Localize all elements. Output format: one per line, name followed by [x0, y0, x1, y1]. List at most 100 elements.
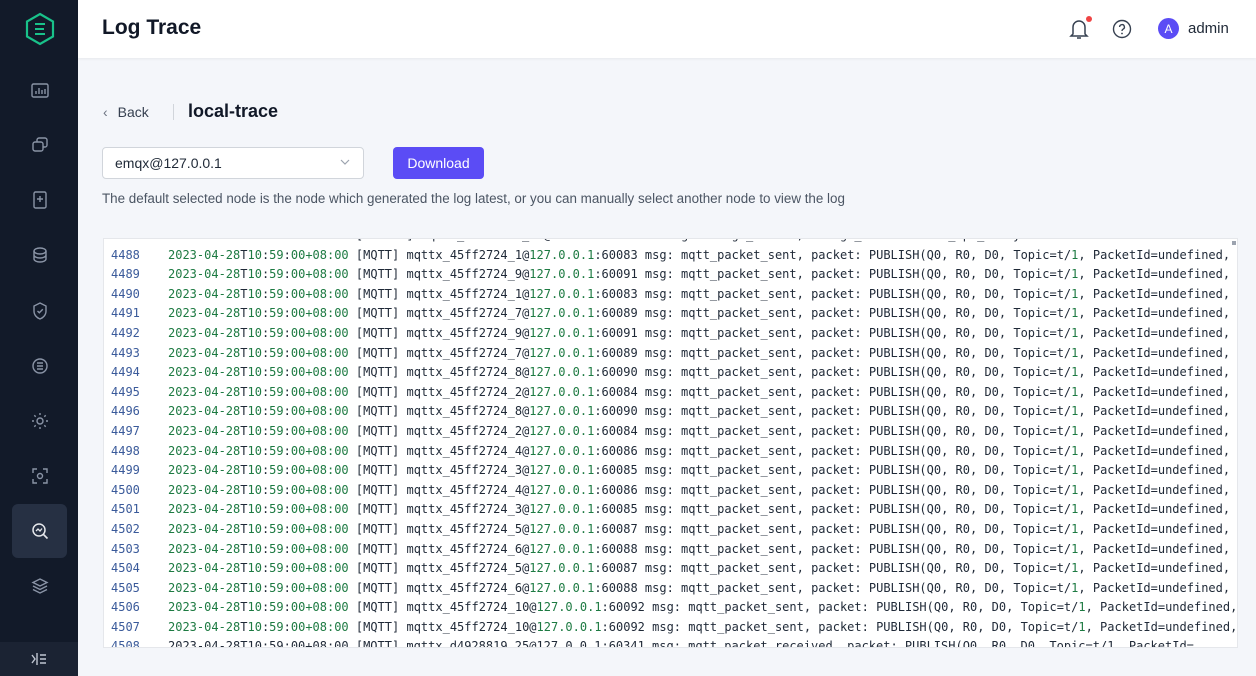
- line-number: 4500: [111, 482, 140, 497]
- log-segment: 2023-04-28: [168, 619, 241, 634]
- log-segment: 00: [290, 502, 306, 517]
- log-segment: 10: [247, 580, 262, 595]
- scrollbar[interactable]: [1232, 241, 1236, 245]
- line-number: 4488: [111, 247, 140, 262]
- log-segment: 10: [247, 443, 262, 458]
- nav-topics[interactable]: [12, 173, 67, 227]
- log-segment: :60087 msg: mqtt_packet_sent, packet: PU…: [594, 521, 1072, 536]
- log-segment: +08:00: [305, 521, 349, 536]
- nav-dashboard[interactable]: [12, 64, 67, 118]
- line-number: 4503: [111, 541, 140, 556]
- log-segment: +08:00: [305, 365, 349, 380]
- log-segment: 59: [269, 365, 284, 380]
- log-segment: [MQTT] mqttx_45ff2724_1@: [348, 247, 530, 262]
- download-button[interactable]: Download: [393, 147, 484, 179]
- log-segment: [MQTT] mqttx_45ff2724_9@: [348, 325, 530, 340]
- log-segment: :: [283, 365, 291, 380]
- log-segment: 2023-04-28: [168, 521, 241, 536]
- log-segment: :: [283, 443, 291, 458]
- log-row: 4503 2023-04-28T10:59:00+08:00 [MQTT] mqt…: [104, 540, 1237, 560]
- log-segment: 127.0.0.1: [529, 502, 595, 517]
- log-row: 4501 2023-04-28T10:59:00+08:00 [MQTT] mqt…: [104, 500, 1237, 520]
- log-segment: :: [283, 600, 291, 615]
- log-segment: :60091 msg: mqtt_packet_sent, packet: PU…: [594, 267, 1072, 282]
- log-trace-icon: [31, 523, 48, 540]
- log-segment: [MQTT] mqttx_45ff2724_5@: [348, 521, 530, 536]
- log-segment: :60085 msg: mqtt_packet_sent, packet: PU…: [594, 463, 1072, 478]
- avatar[interactable]: A: [1158, 18, 1179, 39]
- log-segment: 59: [269, 580, 284, 595]
- nav-log-trace[interactable]: [12, 504, 67, 558]
- back-button[interactable]: ‹ Back: [103, 104, 149, 120]
- access-control-icon: [32, 302, 47, 320]
- log-segment: 10: [247, 600, 262, 615]
- log-segment: 10: [247, 482, 262, 497]
- nav-extensions[interactable]: [12, 559, 67, 613]
- log-segment: 127.0.0.1: [529, 345, 595, 360]
- log-segment: +08:00: [305, 600, 349, 615]
- log-segment: , PacketId=undefined, Payload=...): [1078, 502, 1231, 517]
- log-segment: 00: [290, 561, 306, 576]
- help-icon[interactable]: [1112, 19, 1132, 39]
- log-segment: 10: [247, 325, 262, 340]
- log-segment: 59: [269, 521, 284, 536]
- emqx-logo-icon[interactable]: [24, 12, 56, 46]
- log-segment: 127.0.0.1: [529, 561, 595, 576]
- log-segment: [MQTT] mqttx_45ff2724_3@: [348, 502, 530, 517]
- log-segment: 00: [290, 443, 306, 458]
- log-segment: +08:00: [305, 580, 349, 595]
- log-text: 2023-04-28T10:59:00+08:00 [BRIDGE] mqttx…: [168, 239, 1086, 242]
- log-segment: 127.0.0.1: [529, 521, 595, 536]
- log-segment: 00: [290, 345, 306, 360]
- settings-icon: [31, 413, 48, 429]
- node-select[interactable]: emqx@127.0.0.1: [102, 147, 364, 179]
- log-segment: :: [283, 345, 291, 360]
- log-segment: +08:00: [305, 325, 349, 340]
- log-segment: , PacketId=undefined, Payload=...): [1078, 443, 1231, 458]
- log-segment: 10: [247, 306, 262, 321]
- log-segment: 59: [269, 541, 284, 556]
- nav-management[interactable]: [12, 339, 67, 393]
- log-row: 4507 2023-04-28T10:59:00+08:00 [MQTT] mqt…: [104, 618, 1237, 638]
- page-title: Log Trace: [102, 16, 202, 39]
- log-segment: :: [283, 286, 291, 301]
- line-number: 4495: [111, 384, 140, 399]
- line-number: 4487: [104, 239, 168, 246]
- topics-icon: [32, 191, 47, 209]
- log-segment: 2023-04-28: [168, 580, 241, 595]
- log-segment: :60088 msg: mqtt_packet_sent, packet: PU…: [594, 541, 1072, 556]
- log-segment: 2023-04-28: [168, 345, 241, 360]
- log-segment: 00: [290, 247, 306, 262]
- log-segment: 127.0.0.1: [536, 619, 602, 634]
- log-row: 44872023-04-28T10:59:00+08:00 [BRIDGE] m…: [104, 239, 1237, 246]
- nav-settings[interactable]: [12, 394, 67, 448]
- nav-integration[interactable]: [12, 228, 67, 282]
- log-segment: , PacketId=undefined, Payload=...): [1078, 561, 1231, 576]
- username[interactable]: admin: [1188, 20, 1229, 37]
- log-segment: 127.0.0.1: [536, 600, 602, 615]
- nav-clients[interactable]: [12, 118, 67, 172]
- log-segment: 1: [1078, 619, 1086, 634]
- log-segment: :60090 msg: mqtt_packet_sent, packet: PU…: [594, 365, 1072, 380]
- log-segment: :60092 msg: mqtt_packet_sent, packet: PU…: [601, 619, 1079, 634]
- log-segment: 59: [269, 443, 284, 458]
- log-row: 4493 2023-04-28T10:59:00+08:00 [MQTT] mqt…: [104, 344, 1237, 364]
- log-segment: :: [283, 619, 291, 634]
- log-row: 4496 2023-04-28T10:59:00+08:00 [MQTT] mqt…: [104, 402, 1237, 422]
- log-viewer[interactable]: 44872023-04-28T10:59:00+08:00 [BRIDGE] m…: [103, 238, 1238, 648]
- dashboard-icon: [30, 83, 49, 98]
- log-segment: +08:00: [305, 267, 349, 282]
- nav-diagnose[interactable]: [12, 449, 67, 503]
- nav-access-control[interactable]: [12, 284, 67, 338]
- line-number: 4494: [111, 365, 140, 380]
- log-segment: +08:00: [305, 561, 349, 576]
- log-segment: 00: [290, 482, 306, 497]
- log-segment: :60090 msg: mqtt_packet_sent, packet: PU…: [594, 404, 1072, 419]
- log-segment: 127.0.0.1: [529, 443, 595, 458]
- log-segment: 127.0.0.1: [529, 404, 595, 419]
- log-row: 4508 2023-04-28T10:59:00+08:00 [MQTT] mqt…: [104, 637, 1237, 647]
- log-segment: :60085 msg: mqtt_packet_sent, packet: PU…: [594, 502, 1072, 517]
- log-segment: 00: [290, 600, 306, 615]
- collapse-sidebar-button[interactable]: [0, 642, 78, 676]
- log-segment: 127.0.0.1: [529, 482, 595, 497]
